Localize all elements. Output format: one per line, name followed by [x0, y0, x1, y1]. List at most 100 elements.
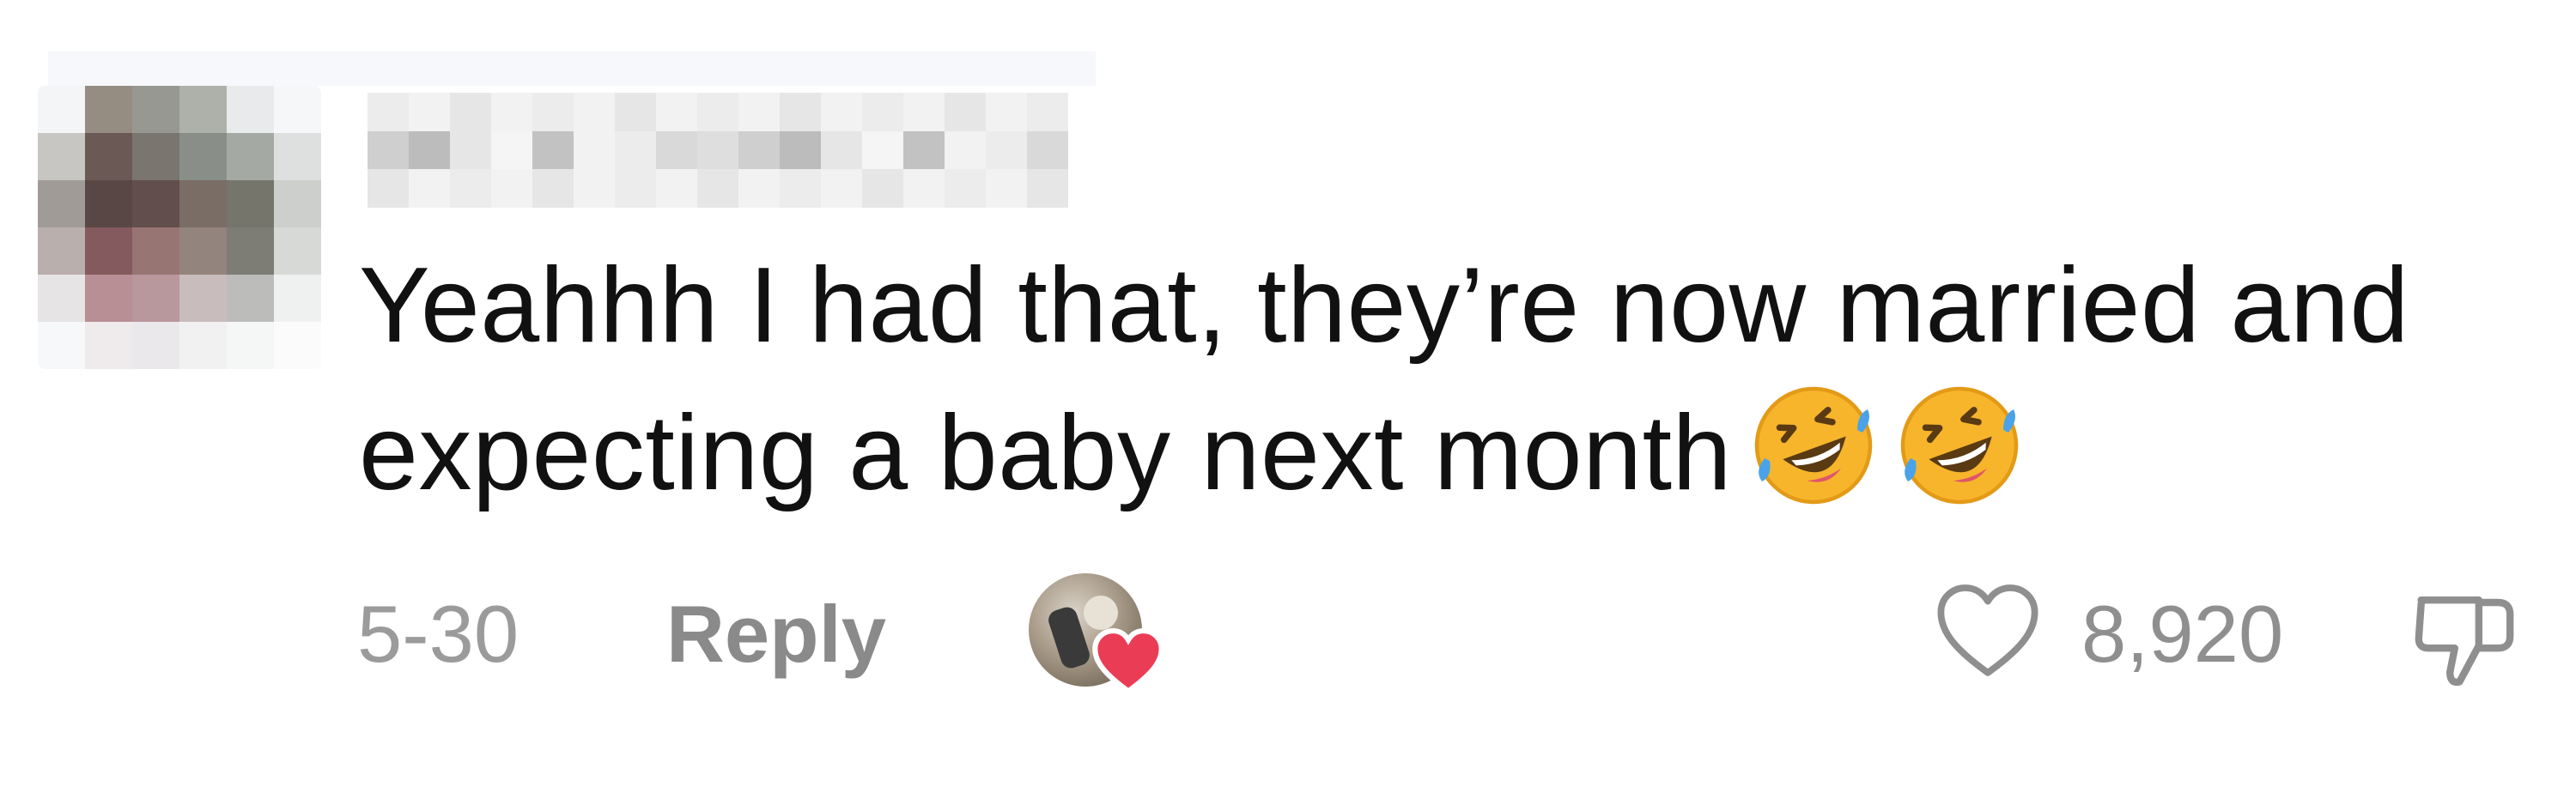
avatar-pixel [227, 133, 274, 180]
username-pixel [862, 130, 903, 170]
username-pixel [1027, 93, 1068, 131]
like-count: 8,920 [2081, 589, 2284, 679]
username-pixel [697, 130, 738, 170]
username-pixel [656, 130, 697, 170]
avatar-pixel [227, 227, 274, 275]
avatar[interactable] [38, 86, 321, 369]
username-pixel [862, 93, 903, 131]
avatar-pixel [274, 133, 321, 180]
username-pixel [368, 169, 409, 208]
avatar-pixel [38, 227, 85, 275]
avatar-pixel [227, 322, 274, 369]
comment-meta-row: 5-30 Reply 8,920 [0, 566, 2576, 695]
header-fade [48, 51, 1096, 86]
username-pixel [532, 130, 574, 170]
avatar-pixel [85, 86, 132, 133]
username-pixel [780, 169, 821, 208]
rolling-on-floor-laughing-emoji-icon [1895, 381, 2024, 510]
username[interactable] [368, 93, 1068, 208]
avatar-pixel [85, 227, 132, 275]
username-pixel [945, 93, 986, 131]
avatar-pixel [179, 227, 227, 275]
username-pixel [697, 169, 738, 208]
username-pixel [491, 93, 532, 131]
avatar-pixel [179, 86, 227, 133]
avatar-pixel [38, 275, 85, 322]
username-pixel [615, 130, 656, 170]
username-pixel [532, 169, 574, 208]
username-pixel [656, 169, 697, 208]
username-pixel [903, 93, 945, 131]
avatar-pixel [85, 275, 132, 322]
username-pixel [1027, 130, 1068, 170]
avatar-pixel [274, 322, 321, 369]
comment-text: Yeahhh I had that, they’re now married a… [359, 232, 2557, 527]
comment: Yeahhh I had that, they’re now married a… [0, 0, 2576, 799]
username-pixel [409, 130, 450, 170]
heart-outline-icon[interactable] [1932, 577, 2044, 688]
avatar-pixel [132, 275, 179, 322]
avatar-pixel [179, 180, 227, 227]
username-pixel [615, 93, 656, 131]
username-pixel [986, 130, 1027, 170]
username-pixel [986, 169, 1027, 208]
avatar-pixel [85, 322, 132, 369]
avatar-pixel [132, 133, 179, 180]
username-pixel [574, 93, 615, 131]
username-pixel [450, 169, 491, 208]
username-pixel [450, 93, 491, 131]
username-pixel [821, 130, 862, 170]
username-pixel [697, 93, 738, 131]
avatar-pixel [179, 133, 227, 180]
reply-button[interactable]: Reply [666, 587, 886, 681]
username-pixel [862, 169, 903, 208]
username-pixel [574, 130, 615, 170]
avatar-pixel [132, 322, 179, 369]
username-pixel [738, 130, 780, 170]
comment-text-line2: expecting a baby next month [359, 394, 1732, 512]
avatar-pixel [38, 180, 85, 227]
username-pixel [780, 130, 821, 170]
avatar-pixel [132, 86, 179, 133]
username-pixel [491, 130, 532, 170]
username-pixel [821, 93, 862, 131]
avatar-pixel [274, 227, 321, 275]
avatar-pixel [227, 180, 274, 227]
avatar-pixel [132, 227, 179, 275]
avatar-pixel [227, 86, 274, 133]
avatar-pixel [38, 86, 85, 133]
avatar-pixel [274, 180, 321, 227]
avatar-pixel [227, 275, 274, 322]
creator-liked-badge [1029, 573, 1166, 702]
username-pixel [945, 130, 986, 170]
rolling-on-floor-laughing-emoji-icon [1749, 381, 1878, 510]
username-pixel [903, 130, 945, 170]
username-pixel [368, 93, 409, 131]
username-pixel [491, 169, 532, 208]
username-pixel [409, 169, 450, 208]
username-pixel [945, 169, 986, 208]
avatar-pixel [85, 180, 132, 227]
avatar-pixel [274, 275, 321, 322]
avatar-pixel [179, 322, 227, 369]
avatar-pixel [274, 86, 321, 133]
heart-badge-icon [1092, 627, 1164, 695]
avatar-pixel [85, 133, 132, 180]
username-pixel [1027, 169, 1068, 208]
thumbs-down-icon[interactable] [2404, 578, 2524, 699]
comment-text-line1: Yeahhh I had that, they’re now married a… [359, 246, 2409, 365]
avatar-pixel [38, 322, 85, 369]
username-pixel [986, 93, 1027, 131]
avatar-pixel [38, 133, 85, 180]
username-pixel [615, 169, 656, 208]
username-pixel [821, 169, 862, 208]
username-pixel [738, 169, 780, 208]
comment-date: 5-30 [357, 589, 519, 679]
avatar-pixel [132, 180, 179, 227]
username-pixel [574, 169, 615, 208]
username-pixel [409, 93, 450, 131]
username-pixel [780, 93, 821, 131]
avatar-pixel [179, 275, 227, 322]
username-pixel [368, 130, 409, 170]
username-pixel [450, 130, 491, 170]
